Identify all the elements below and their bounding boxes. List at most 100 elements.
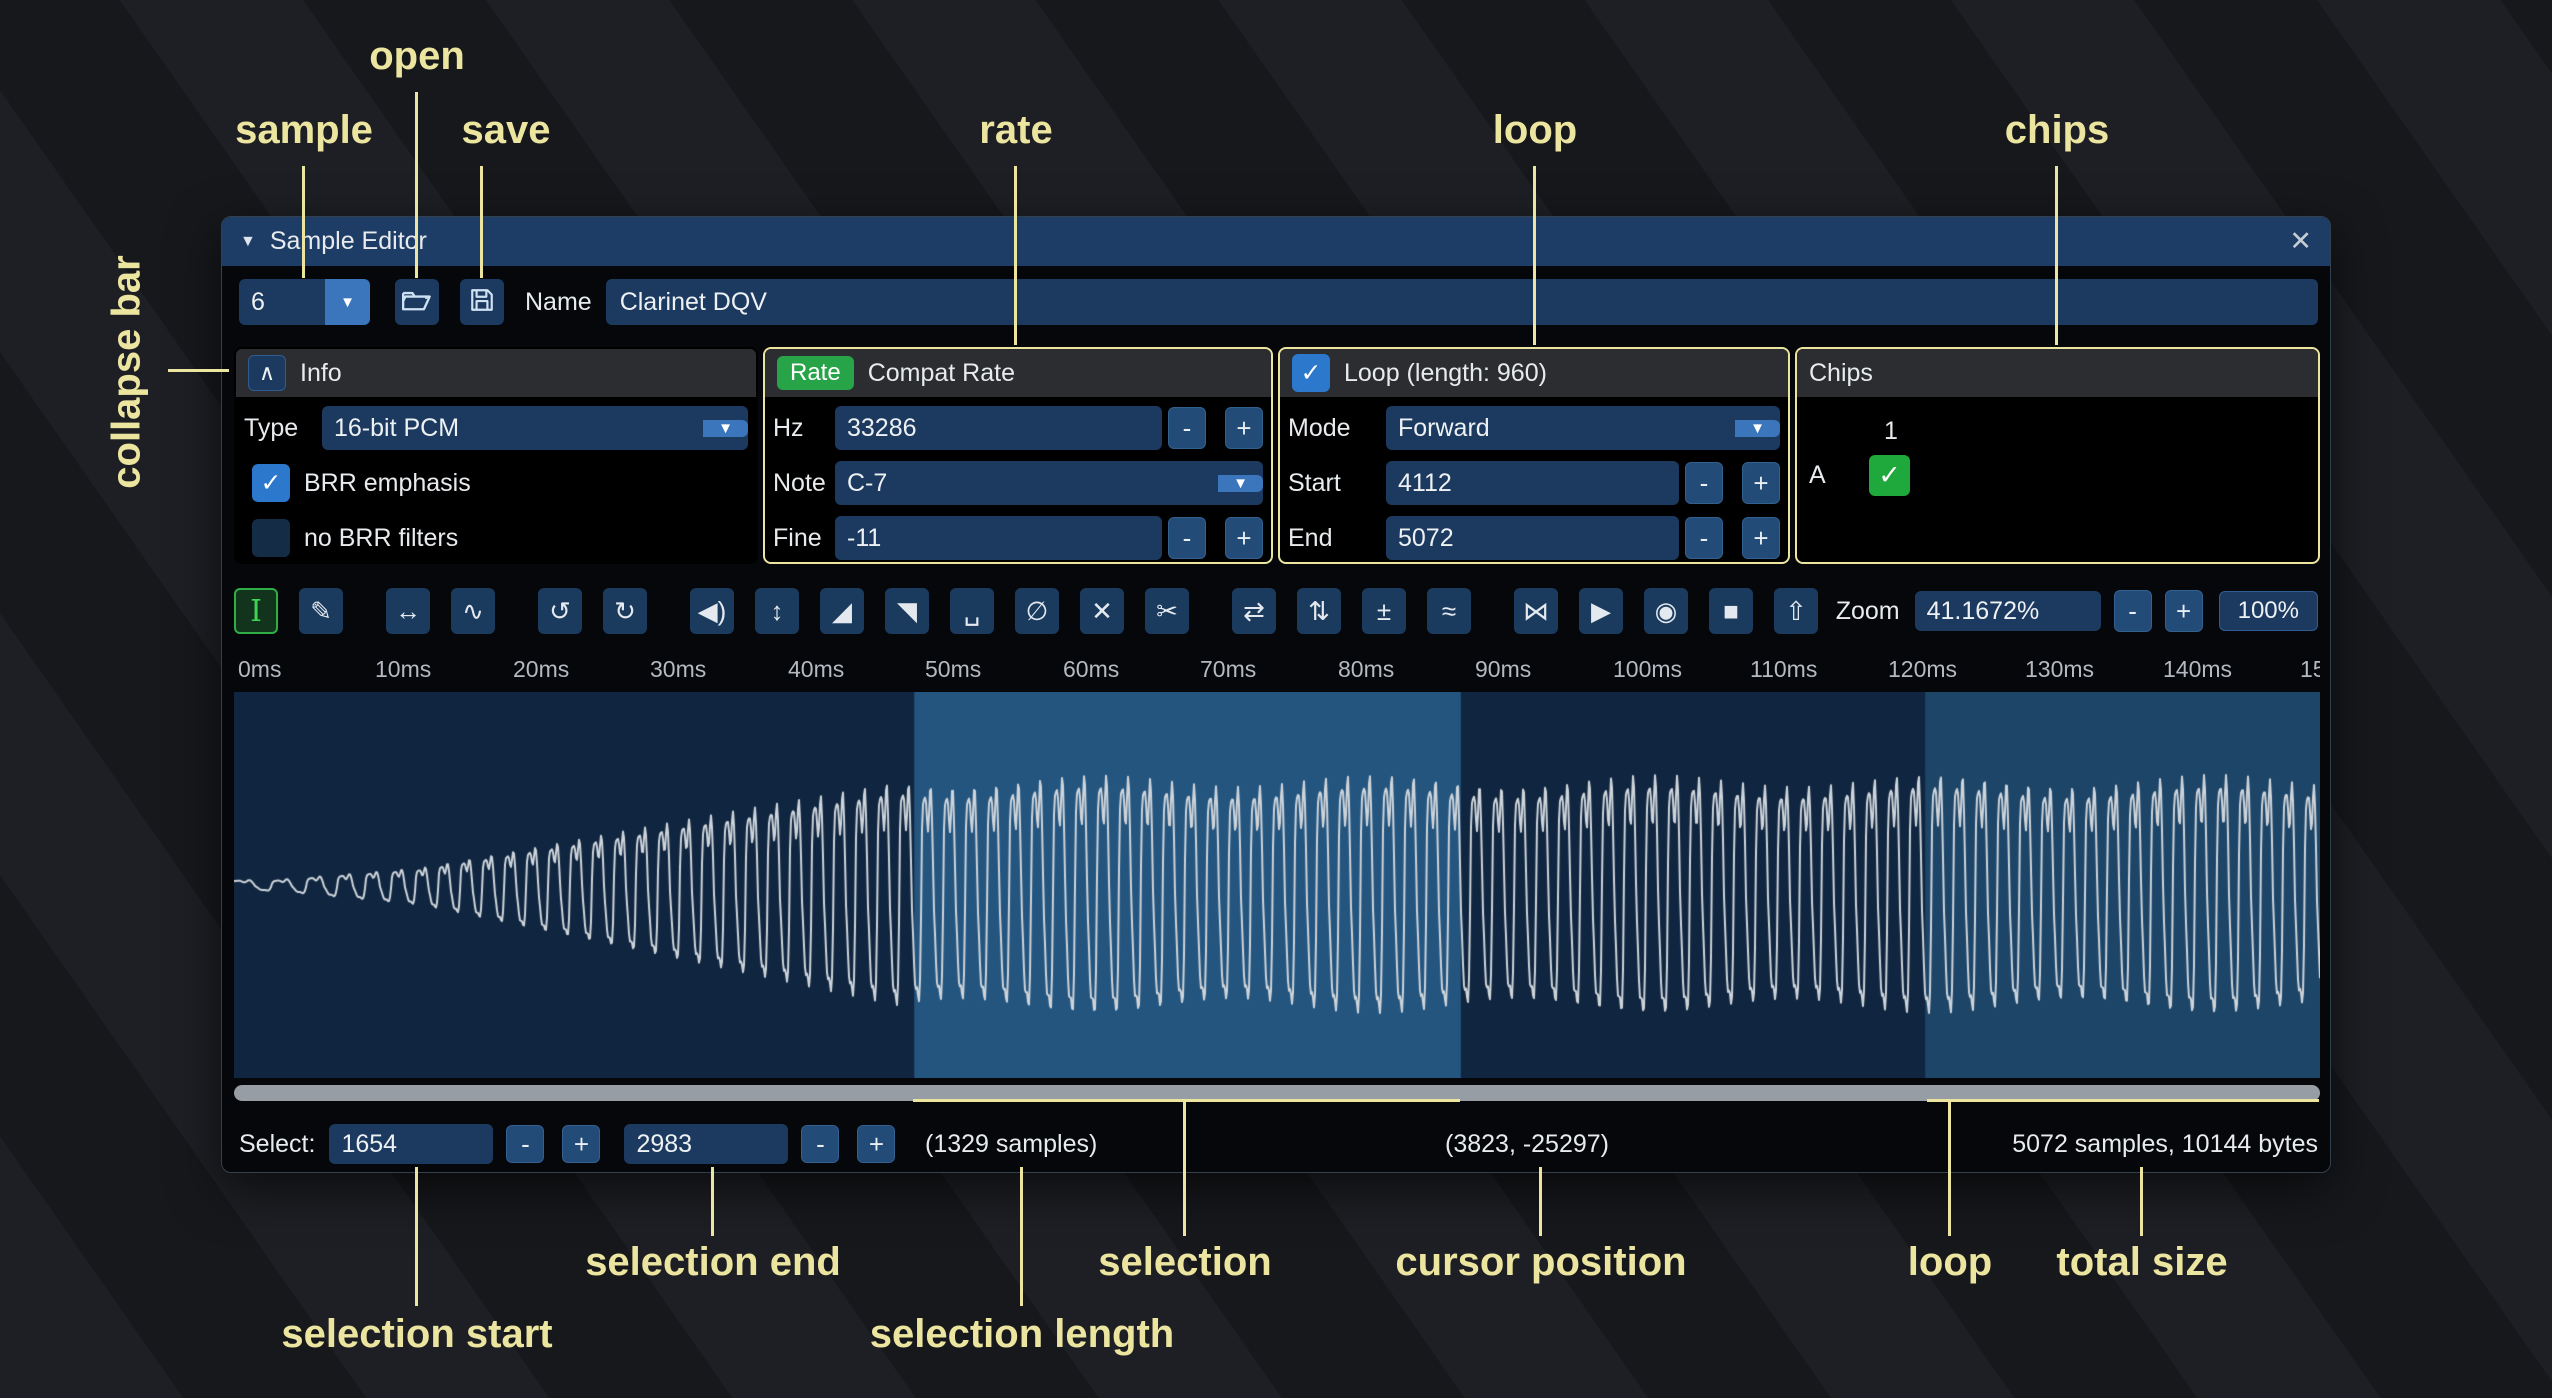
invert-button[interactable]: ⇅	[1297, 588, 1341, 634]
annotation-selection-start: selection start	[281, 1312, 552, 1357]
zoom-input[interactable]: 41.1672%	[1915, 591, 2101, 631]
chip-enable-checkbox[interactable]: ✓	[1869, 455, 1910, 496]
selection-start-plus-button[interactable]: +	[562, 1125, 600, 1163]
brr-emphasis-label: BRR emphasis	[304, 469, 471, 498]
type-label: Type	[244, 414, 316, 443]
normalize-button[interactable]: ↕	[755, 588, 799, 634]
resize-button[interactable]: ↔	[386, 588, 430, 634]
name-label: Name	[525, 288, 592, 317]
loop-end-plus-button[interactable]: +	[1742, 517, 1780, 559]
preview-button[interactable]: ▶	[1579, 588, 1623, 634]
annotation-save: save	[462, 108, 551, 153]
undo-button[interactable]: ↺	[538, 588, 582, 634]
fine-minus-button[interactable]: -	[1168, 517, 1206, 559]
hz-plus-button[interactable]: +	[1225, 407, 1263, 449]
waveform-canvas[interactable]	[234, 692, 2320, 1078]
selection-end-minus-button[interactable]: -	[801, 1125, 839, 1163]
fine-plus-button[interactable]: +	[1225, 517, 1263, 559]
chevron-down-icon[interactable]: ▼	[1218, 475, 1263, 492]
sample-selector[interactable]: 6 ▼	[239, 279, 370, 325]
apply-silence-button[interactable]: ∅	[1015, 588, 1059, 634]
title-bar[interactable]: ▼ Sample Editor ✕	[222, 217, 2330, 266]
reverse-button[interactable]: ⇄	[1232, 588, 1276, 634]
ruler-tick: 10ms	[375, 656, 431, 683]
loop-end-input[interactable]: 5072	[1386, 516, 1679, 560]
selection-start-minus-button[interactable]: -	[506, 1125, 544, 1163]
callout-line-cursor-position	[1539, 1167, 1542, 1236]
chips-grid: 1 A ✓	[1797, 397, 2318, 497]
sample-type-dropdown[interactable]: 16-bit PCM ▼	[322, 406, 748, 450]
info-panel-header: ∧ Info	[236, 349, 756, 397]
ruler-tick: 100ms	[1613, 656, 1682, 683]
preview-selection-button[interactable]: ◉	[1644, 588, 1688, 634]
selection-start-input[interactable]: 1654	[329, 1124, 493, 1164]
crossfade-loop-button[interactable]: ⋈	[1514, 588, 1558, 634]
status-bar: Select: 1654 - + 2983 - + (1329 samples)…	[234, 1122, 2318, 1166]
chevron-down-icon[interactable]: ▼	[1735, 420, 1780, 437]
selection-controls: Select: 1654 - + 2983 - +	[239, 1124, 895, 1164]
waveform-display[interactable]	[234, 692, 2320, 1078]
loop-enable-checkbox[interactable]: ✓	[1292, 354, 1330, 392]
zoom-in-button[interactable]: +	[2165, 590, 2203, 632]
chevron-down-icon[interactable]: ▼	[325, 279, 370, 325]
loop-start-label: Start	[1288, 469, 1380, 498]
hz-minus-button[interactable]: -	[1168, 407, 1206, 449]
fine-input[interactable]: -11	[835, 516, 1162, 560]
fade-in-button[interactable]: ◢	[820, 588, 864, 634]
loop-start-minus-button[interactable]: -	[1685, 462, 1723, 504]
panels-row: ∧ Info Type 16-bit PCM ▼ ✓ BRR emphasis	[234, 347, 2320, 564]
fine-label: Fine	[773, 524, 829, 553]
loop-mode-dropdown[interactable]: Forward ▼	[1386, 406, 1780, 450]
selection-end-input[interactable]: 2983	[624, 1124, 788, 1164]
collapse-bar-button[interactable]: ∧	[248, 355, 286, 391]
callout-line-selection-end	[711, 1167, 714, 1236]
edit-select-button[interactable]: I	[234, 588, 278, 634]
annotation-total-size: total size	[2056, 1240, 2227, 1285]
callout-line-loop-bottom	[1948, 1099, 1951, 1236]
hz-label: Hz	[773, 414, 829, 443]
callout-line-selection-length	[1020, 1167, 1023, 1306]
insert-silence-button[interactable]: ␣	[950, 588, 994, 634]
loop-end-minus-button[interactable]: -	[1685, 517, 1723, 559]
chips-panel: Chips 1 A ✓	[1795, 347, 2320, 564]
signed-unsigned-button[interactable]: ±	[1362, 588, 1406, 634]
callout-bracket-selection	[913, 1099, 1460, 1102]
zoom-out-button[interactable]: -	[2114, 590, 2152, 632]
chips-panel-header: Chips	[1797, 349, 2318, 397]
no-brr-filters-checkbox[interactable]	[252, 519, 290, 557]
brr-emphasis-checkbox[interactable]: ✓	[252, 464, 290, 502]
annotation-loop-bottom: loop	[1908, 1240, 1992, 1285]
edit-draw-button[interactable]: ✎	[299, 588, 343, 634]
selection-end-plus-button[interactable]: +	[857, 1125, 895, 1163]
ruler-tick: 30ms	[650, 656, 706, 683]
rate-panel-title: Compat Rate	[868, 359, 1015, 388]
save-sample-button[interactable]	[460, 279, 504, 325]
window-collapse-icon[interactable]: ▼	[240, 233, 256, 251]
sample-name-input[interactable]: Clarinet DQV	[606, 279, 2318, 325]
filter-button[interactable]: ≈	[1427, 588, 1471, 634]
zoom-reset-button[interactable]: 100%	[2219, 591, 2318, 631]
open-sample-button[interactable]	[395, 279, 439, 325]
annotation-chips: chips	[2005, 108, 2109, 153]
annotation-rate: rate	[979, 108, 1052, 153]
trim-button[interactable]: ✂	[1145, 588, 1189, 634]
loop-start-plus-button[interactable]: +	[1742, 462, 1780, 504]
delete-button[interactable]: ✕	[1080, 588, 1124, 634]
fade-out-button[interactable]: ◥	[885, 588, 929, 634]
amplify-button[interactable]: ◀)	[690, 588, 734, 634]
note-label: Note	[773, 469, 829, 498]
make-wavetable-button[interactable]: ⇧	[1774, 588, 1818, 634]
resample-button[interactable]: ∿	[451, 588, 495, 634]
loop-start-input[interactable]: 4112	[1386, 461, 1679, 505]
redo-button[interactable]: ↻	[603, 588, 647, 634]
note-dropdown[interactable]: C-7 ▼	[835, 461, 1263, 505]
callout-line-total-size	[2140, 1167, 2143, 1236]
callout-line-selection-start	[415, 1167, 418, 1306]
chevron-down-icon[interactable]: ▼	[703, 420, 748, 437]
hz-input[interactable]: 33286	[835, 406, 1162, 450]
loop-panel-header: ✓ Loop (length: 960)	[1280, 349, 1788, 397]
callout-line-open	[415, 92, 418, 278]
stop-preview-button[interactable]: ■	[1709, 588, 1753, 634]
close-icon[interactable]: ✕	[2289, 226, 2312, 257]
total-size-text: 5072 samples, 10144 bytes	[2012, 1122, 2318, 1166]
